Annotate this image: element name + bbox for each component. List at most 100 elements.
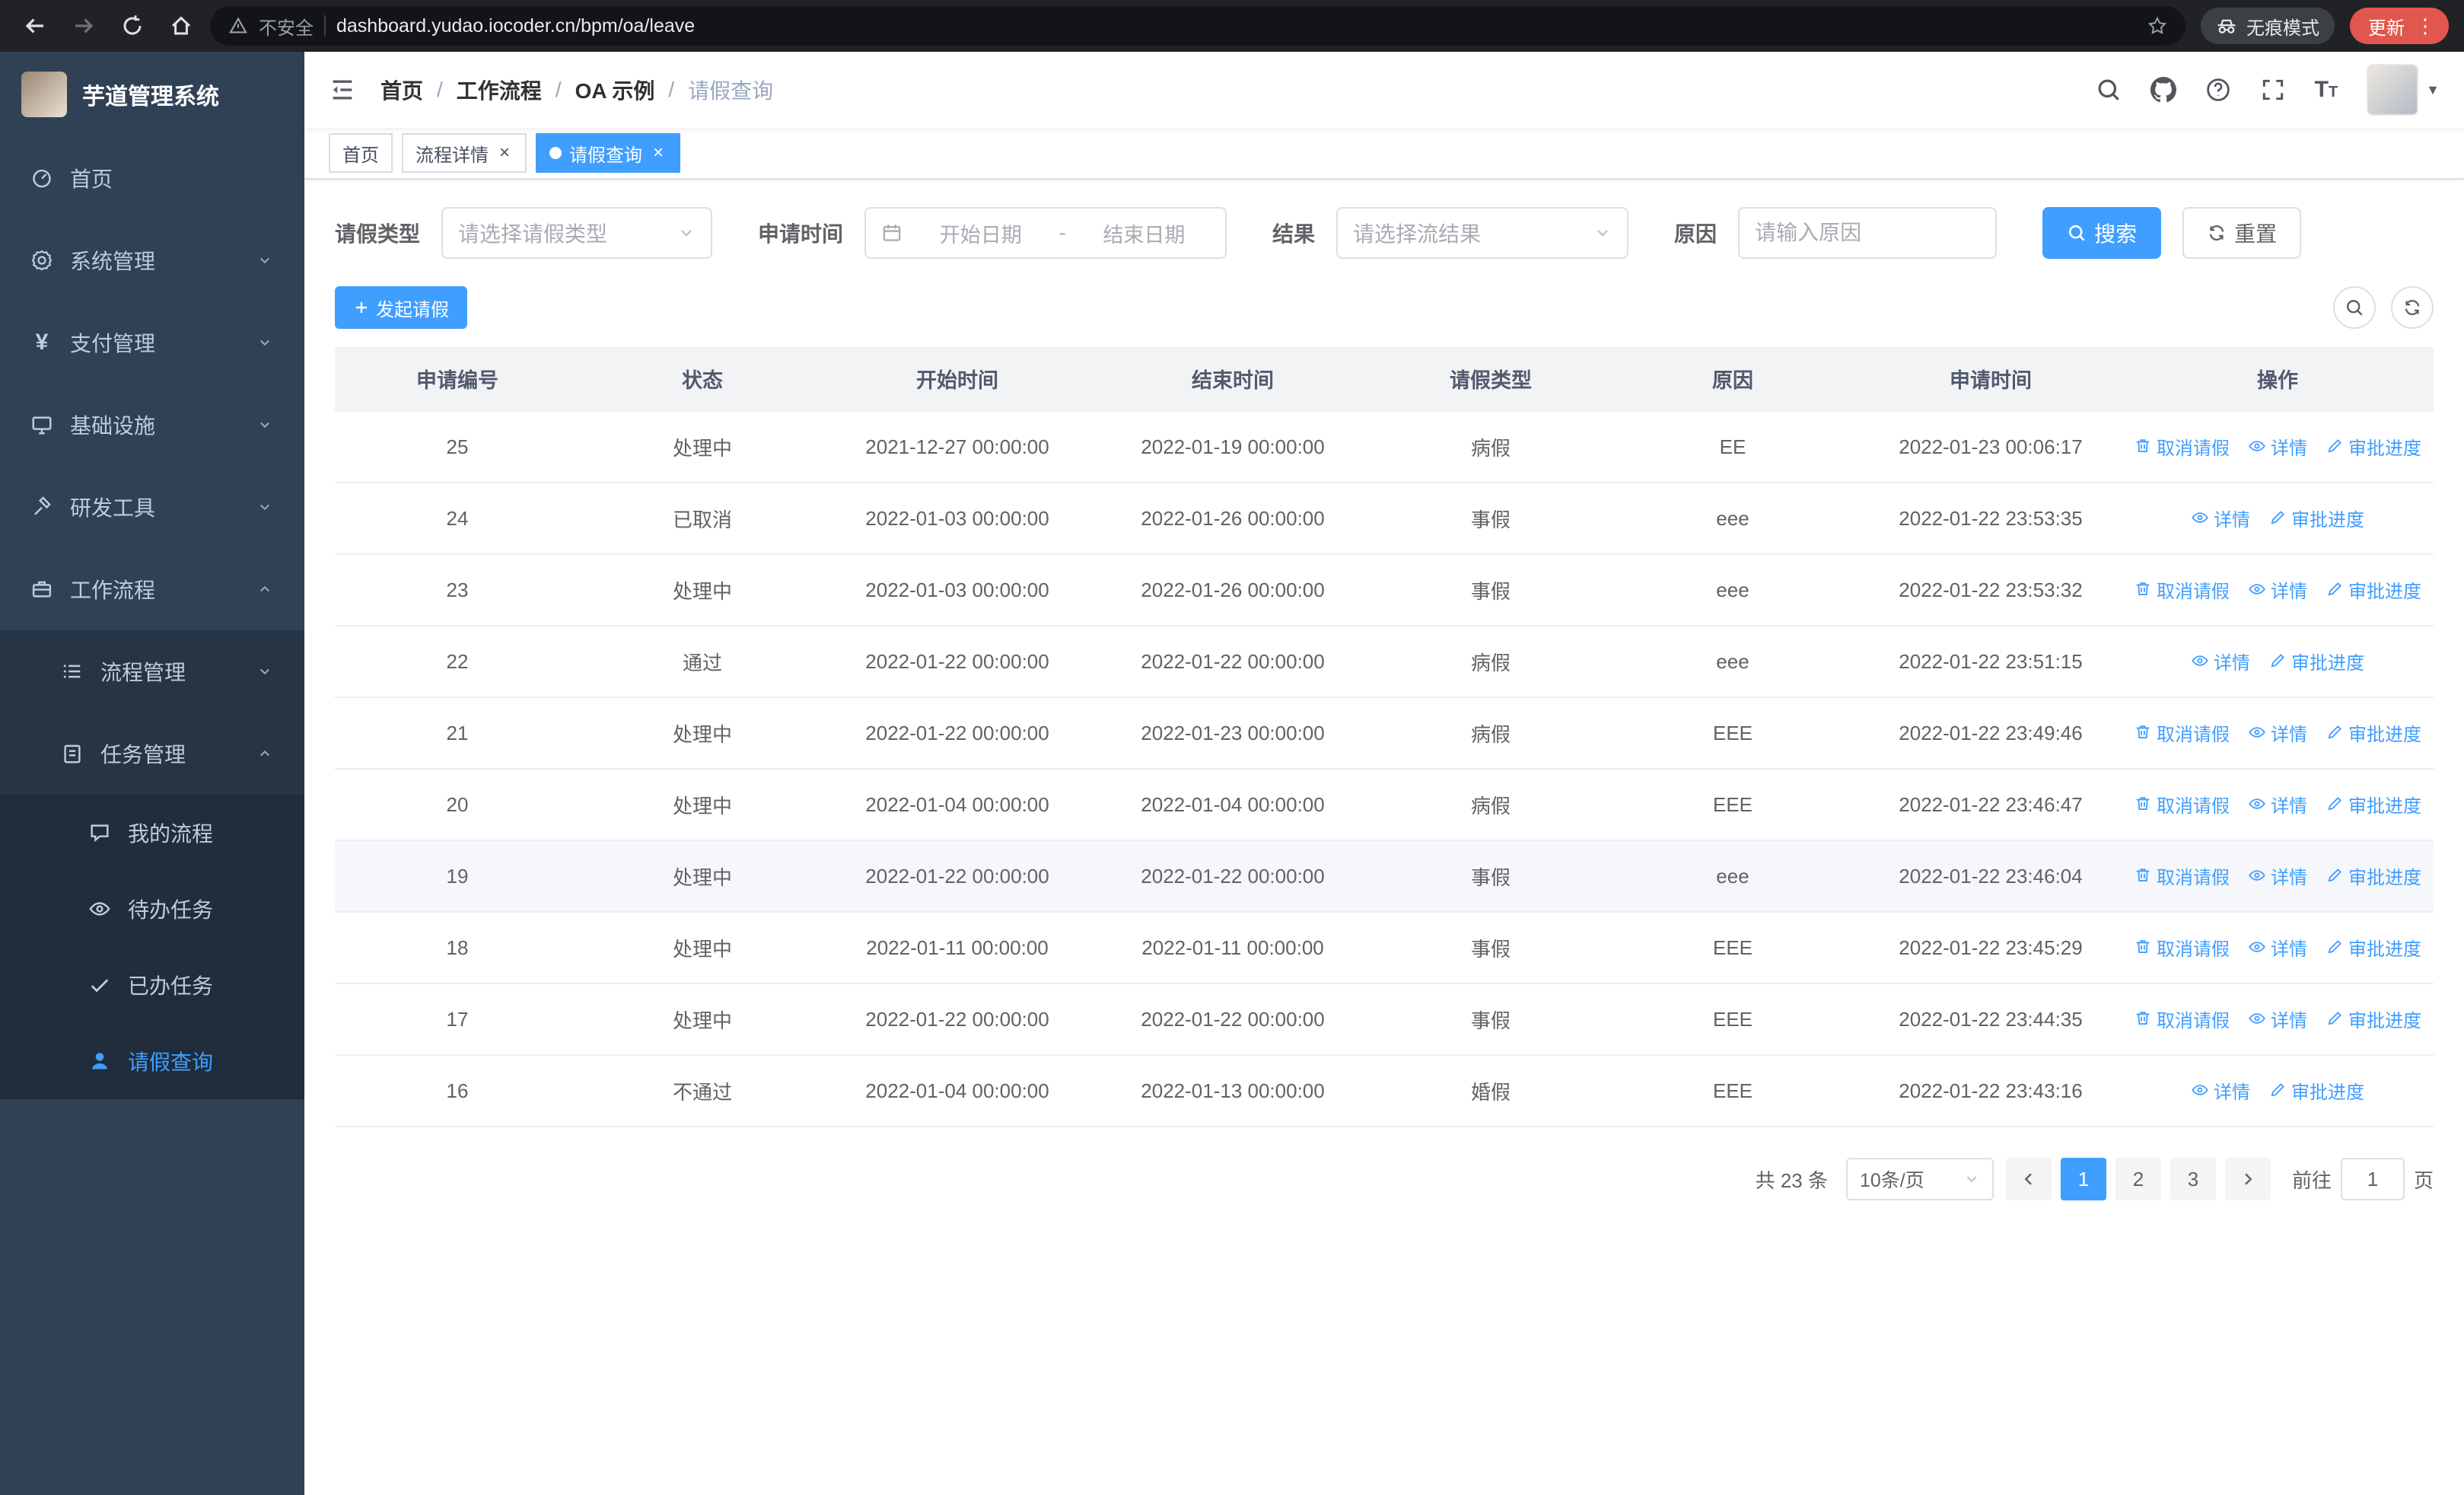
detail-action-link[interactable]: 详情 bbox=[2248, 576, 2307, 603]
cell-type: 事假 bbox=[1376, 840, 1606, 913]
menu-dots-icon[interactable]: ⋮ bbox=[2415, 16, 2435, 36]
sidebar-item-todo-tasks[interactable]: 待办任务 bbox=[0, 871, 304, 947]
filter-reason: 原因 bbox=[1674, 207, 1998, 259]
user-menu[interactable]: ▼ bbox=[2367, 64, 2440, 116]
warning-icon[interactable] bbox=[228, 16, 248, 36]
goto-page-input[interactable] bbox=[2340, 1158, 2405, 1200]
sidebar-item-payment[interactable]: ¥ 支付管理 bbox=[0, 301, 304, 384]
sidebar-item-workflow[interactable]: 工作流程 bbox=[0, 548, 304, 630]
sidebar-item-infrastructure[interactable]: 基础设施 bbox=[0, 384, 304, 466]
breadcrumb-oa-example[interactable]: OA 示例 bbox=[575, 75, 655, 105]
close-icon[interactable]: × bbox=[650, 142, 667, 164]
cell-status: 不通过 bbox=[580, 1055, 825, 1127]
tab-leave-query[interactable]: 请假查询 × bbox=[536, 133, 681, 173]
cell-type: 事假 bbox=[1376, 912, 1606, 984]
sidebar-item-task-management[interactable]: 任务管理 bbox=[0, 712, 304, 795]
refresh-icon[interactable] bbox=[2391, 286, 2434, 329]
font-size-icon[interactable]: TT bbox=[2315, 77, 2338, 103]
detail-action-link[interactable]: 详情 bbox=[2191, 505, 2250, 531]
back-icon[interactable] bbox=[15, 6, 55, 46]
progress-action-link[interactable]: 审批进度 bbox=[2326, 719, 2421, 746]
fullscreen-icon[interactable] bbox=[2260, 77, 2286, 103]
breadcrumb-home[interactable]: 首页 bbox=[380, 75, 423, 105]
detail-action-link[interactable]: 详情 bbox=[2191, 648, 2250, 674]
workflow-submenu: 流程管理 任务管理 我的流程 待办任务 已办任务 请假查询 bbox=[0, 630, 304, 1099]
page-button-1[interactable]: 1 bbox=[2060, 1158, 2106, 1200]
cancel-action-link[interactable]: 取消请假 bbox=[2134, 934, 2230, 961]
close-icon[interactable]: × bbox=[496, 142, 513, 164]
sidebar-logo[interactable]: 芋道管理系统 bbox=[0, 52, 304, 137]
cancel-action-label: 取消请假 bbox=[2157, 438, 2230, 459]
leave-type-select[interactable]: 请选择请假类型 bbox=[441, 207, 713, 259]
progress-action-link[interactable]: 审批进度 bbox=[2326, 934, 2421, 961]
breadcrumb-workflow[interactable]: 工作流程 bbox=[457, 75, 542, 105]
start-date-input[interactable]: 开始日期 bbox=[915, 218, 1046, 248]
reset-button[interactable]: 重置 bbox=[2182, 207, 2302, 259]
sidebar-item-my-process[interactable]: 我的流程 bbox=[0, 795, 304, 871]
home-icon[interactable] bbox=[161, 6, 201, 46]
sidebar-item-system[interactable]: 系统管理 bbox=[0, 219, 304, 301]
address-bar[interactable]: 不安全 dashboard.yudao.iocoder.cn/bpm/oa/le… bbox=[210, 6, 2185, 46]
detail-action-link[interactable]: 详情 bbox=[2248, 433, 2307, 460]
progress-action-link[interactable]: 审批进度 bbox=[2326, 791, 2421, 818]
prev-page-button[interactable] bbox=[2005, 1158, 2052, 1200]
sidebar-item-process-management[interactable]: 流程管理 bbox=[0, 630, 304, 712]
caret-down-icon: ▼ bbox=[2426, 81, 2440, 97]
page-size-select[interactable]: 10条/页 bbox=[1845, 1158, 1994, 1200]
detail-action-link[interactable]: 详情 bbox=[2191, 1077, 2250, 1104]
result-select[interactable]: 请选择流结果 bbox=[1336, 207, 1629, 259]
update-button[interactable]: 更新 ⋮ bbox=[2350, 8, 2449, 44]
url-text[interactable]: dashboard.yudao.iocoder.cn/bpm/oa/leave bbox=[336, 15, 2137, 37]
cell-start: 2022-01-04 00:00:00 bbox=[825, 1055, 1090, 1127]
progress-action-link[interactable]: 审批进度 bbox=[2326, 576, 2421, 603]
detail-action-link[interactable]: 详情 bbox=[2248, 862, 2307, 889]
detail-action-link[interactable]: 详情 bbox=[2248, 719, 2307, 746]
progress-action-link[interactable]: 审批进度 bbox=[2268, 505, 2364, 531]
sidebar-item-done-tasks[interactable]: 已办任务 bbox=[0, 947, 304, 1023]
progress-action-link[interactable]: 审批进度 bbox=[2268, 648, 2364, 674]
reload-icon[interactable] bbox=[113, 6, 152, 46]
cell-reason: EEE bbox=[1606, 1055, 1860, 1127]
detail-action-label: 详情 bbox=[2271, 1010, 2307, 1031]
detail-action-link[interactable]: 详情 bbox=[2248, 791, 2307, 818]
cell-type: 病假 bbox=[1376, 626, 1606, 698]
sidebar-item-devtools[interactable]: 研发工具 bbox=[0, 466, 304, 548]
avatar[interactable] bbox=[2367, 64, 2419, 116]
toggle-search-icon[interactable] bbox=[2333, 286, 2376, 329]
page-button-3[interactable]: 3 bbox=[2170, 1158, 2216, 1200]
progress-action-link[interactable]: 审批进度 bbox=[2268, 1077, 2364, 1104]
detail-action-label: 详情 bbox=[2214, 652, 2250, 674]
cancel-action-link[interactable]: 取消请假 bbox=[2134, 576, 2230, 603]
forward-icon[interactable] bbox=[64, 6, 103, 46]
cancel-action-link[interactable]: 取消请假 bbox=[2134, 719, 2230, 746]
tab-process-detail[interactable]: 流程详情 × bbox=[402, 133, 527, 173]
bookmark-star-icon[interactable] bbox=[2147, 16, 2167, 36]
breadcrumb: 首页 / 工作流程 / OA 示例 / 请假查询 bbox=[380, 75, 773, 105]
help-icon[interactable] bbox=[2205, 77, 2231, 103]
search-icon[interactable] bbox=[2096, 77, 2122, 103]
page-button-2[interactable]: 2 bbox=[2115, 1158, 2161, 1200]
detail-action-link[interactable]: 详情 bbox=[2248, 934, 2307, 961]
cell-apply_time: 2022-01-22 23:46:04 bbox=[1860, 840, 2122, 913]
detail-action-link[interactable]: 详情 bbox=[2248, 1006, 2307, 1032]
reason-input[interactable] bbox=[1738, 207, 1998, 259]
progress-action-link[interactable]: 审批进度 bbox=[2326, 862, 2421, 889]
sidebar-fold-icon[interactable] bbox=[329, 76, 356, 104]
tab-home[interactable]: 首页 bbox=[329, 133, 393, 173]
cell-end: 2022-01-23 00:00:00 bbox=[1090, 697, 1376, 770]
github-icon[interactable] bbox=[2150, 77, 2176, 103]
end-date-input[interactable]: 结束日期 bbox=[1078, 218, 1210, 248]
progress-action-link[interactable]: 审批进度 bbox=[2326, 1006, 2421, 1032]
sidebar-item-home[interactable]: 首页 bbox=[0, 137, 304, 219]
next-page-button[interactable] bbox=[2224, 1158, 2271, 1200]
sidebar-item-leave-query[interactable]: 请假查询 bbox=[0, 1023, 304, 1099]
create-leave-button[interactable]: 发起请假 bbox=[335, 286, 467, 329]
cell-apply_time: 2022-01-22 23:53:32 bbox=[1860, 554, 2122, 626]
cancel-action-link[interactable]: 取消请假 bbox=[2134, 433, 2230, 460]
cancel-action-link[interactable]: 取消请假 bbox=[2134, 862, 2230, 889]
cancel-action-link[interactable]: 取消请假 bbox=[2134, 1006, 2230, 1032]
date-range-picker[interactable]: 开始日期 - 结束日期 bbox=[864, 207, 1227, 259]
search-button[interactable]: 搜索 bbox=[2042, 207, 2162, 259]
cancel-action-link[interactable]: 取消请假 bbox=[2134, 791, 2230, 818]
progress-action-link[interactable]: 审批进度 bbox=[2326, 433, 2421, 460]
